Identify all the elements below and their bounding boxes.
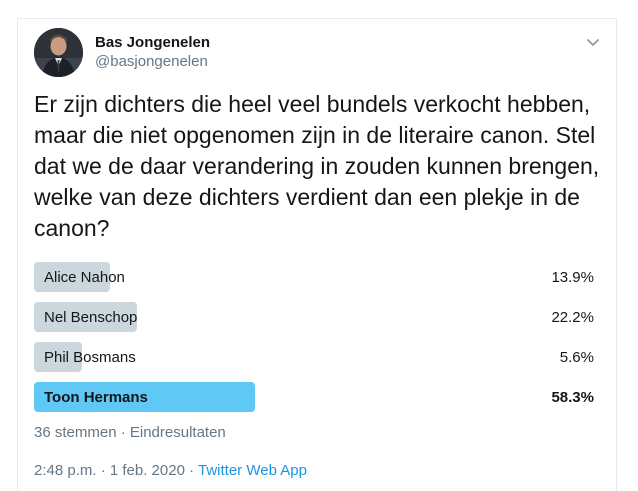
tweet-card[interactable]: Bas Jongenelen @basjongenelen Er zijn di… bbox=[17, 18, 617, 491]
poll-option-label: Alice Nahon bbox=[44, 269, 125, 286]
poll-option-label: Phil Bosmans bbox=[44, 349, 136, 366]
tweet-timestamp[interactable]: 2:48 p.m. · 1 feb. 2020 · bbox=[34, 462, 198, 479]
tweet-footer: 2:48 p.m. · 1 feb. 2020 · Twitter Web Ap… bbox=[34, 462, 307, 479]
poll-option: Toon Hermans 58.3% bbox=[34, 382, 594, 414]
poll-option: Nel Benschop 22.2% bbox=[34, 302, 594, 334]
poll-option: Phil Bosmans 5.6% bbox=[34, 342, 594, 374]
poll-option-label: Nel Benschop bbox=[44, 309, 138, 326]
poll-option-percent: 22.2% bbox=[551, 309, 594, 326]
author-handle[interactable]: @basjongenelen bbox=[95, 53, 208, 70]
poll-option-percent: 5.6% bbox=[559, 349, 594, 366]
poll-option-percent: 58.3% bbox=[551, 389, 594, 406]
chevron-down-icon[interactable] bbox=[584, 33, 602, 51]
avatar-photo bbox=[34, 28, 83, 77]
poll-option: Alice Nahon 13.9% bbox=[34, 262, 594, 294]
poll-meta: 36 stemmen · Eindresultaten bbox=[34, 424, 226, 441]
poll-option-label: Toon Hermans bbox=[44, 389, 148, 406]
poll: Alice Nahon 13.9% Nel Benschop 22.2% Phi… bbox=[34, 262, 594, 422]
tweet-source-link[interactable]: Twitter Web App bbox=[198, 462, 307, 479]
author-name[interactable]: Bas Jongenelen bbox=[95, 34, 210, 51]
avatar[interactable] bbox=[34, 28, 83, 77]
tweet-text: Er zijn dichters die heel veel bundels v… bbox=[34, 91, 600, 241]
poll-option-percent: 13.9% bbox=[551, 269, 594, 286]
